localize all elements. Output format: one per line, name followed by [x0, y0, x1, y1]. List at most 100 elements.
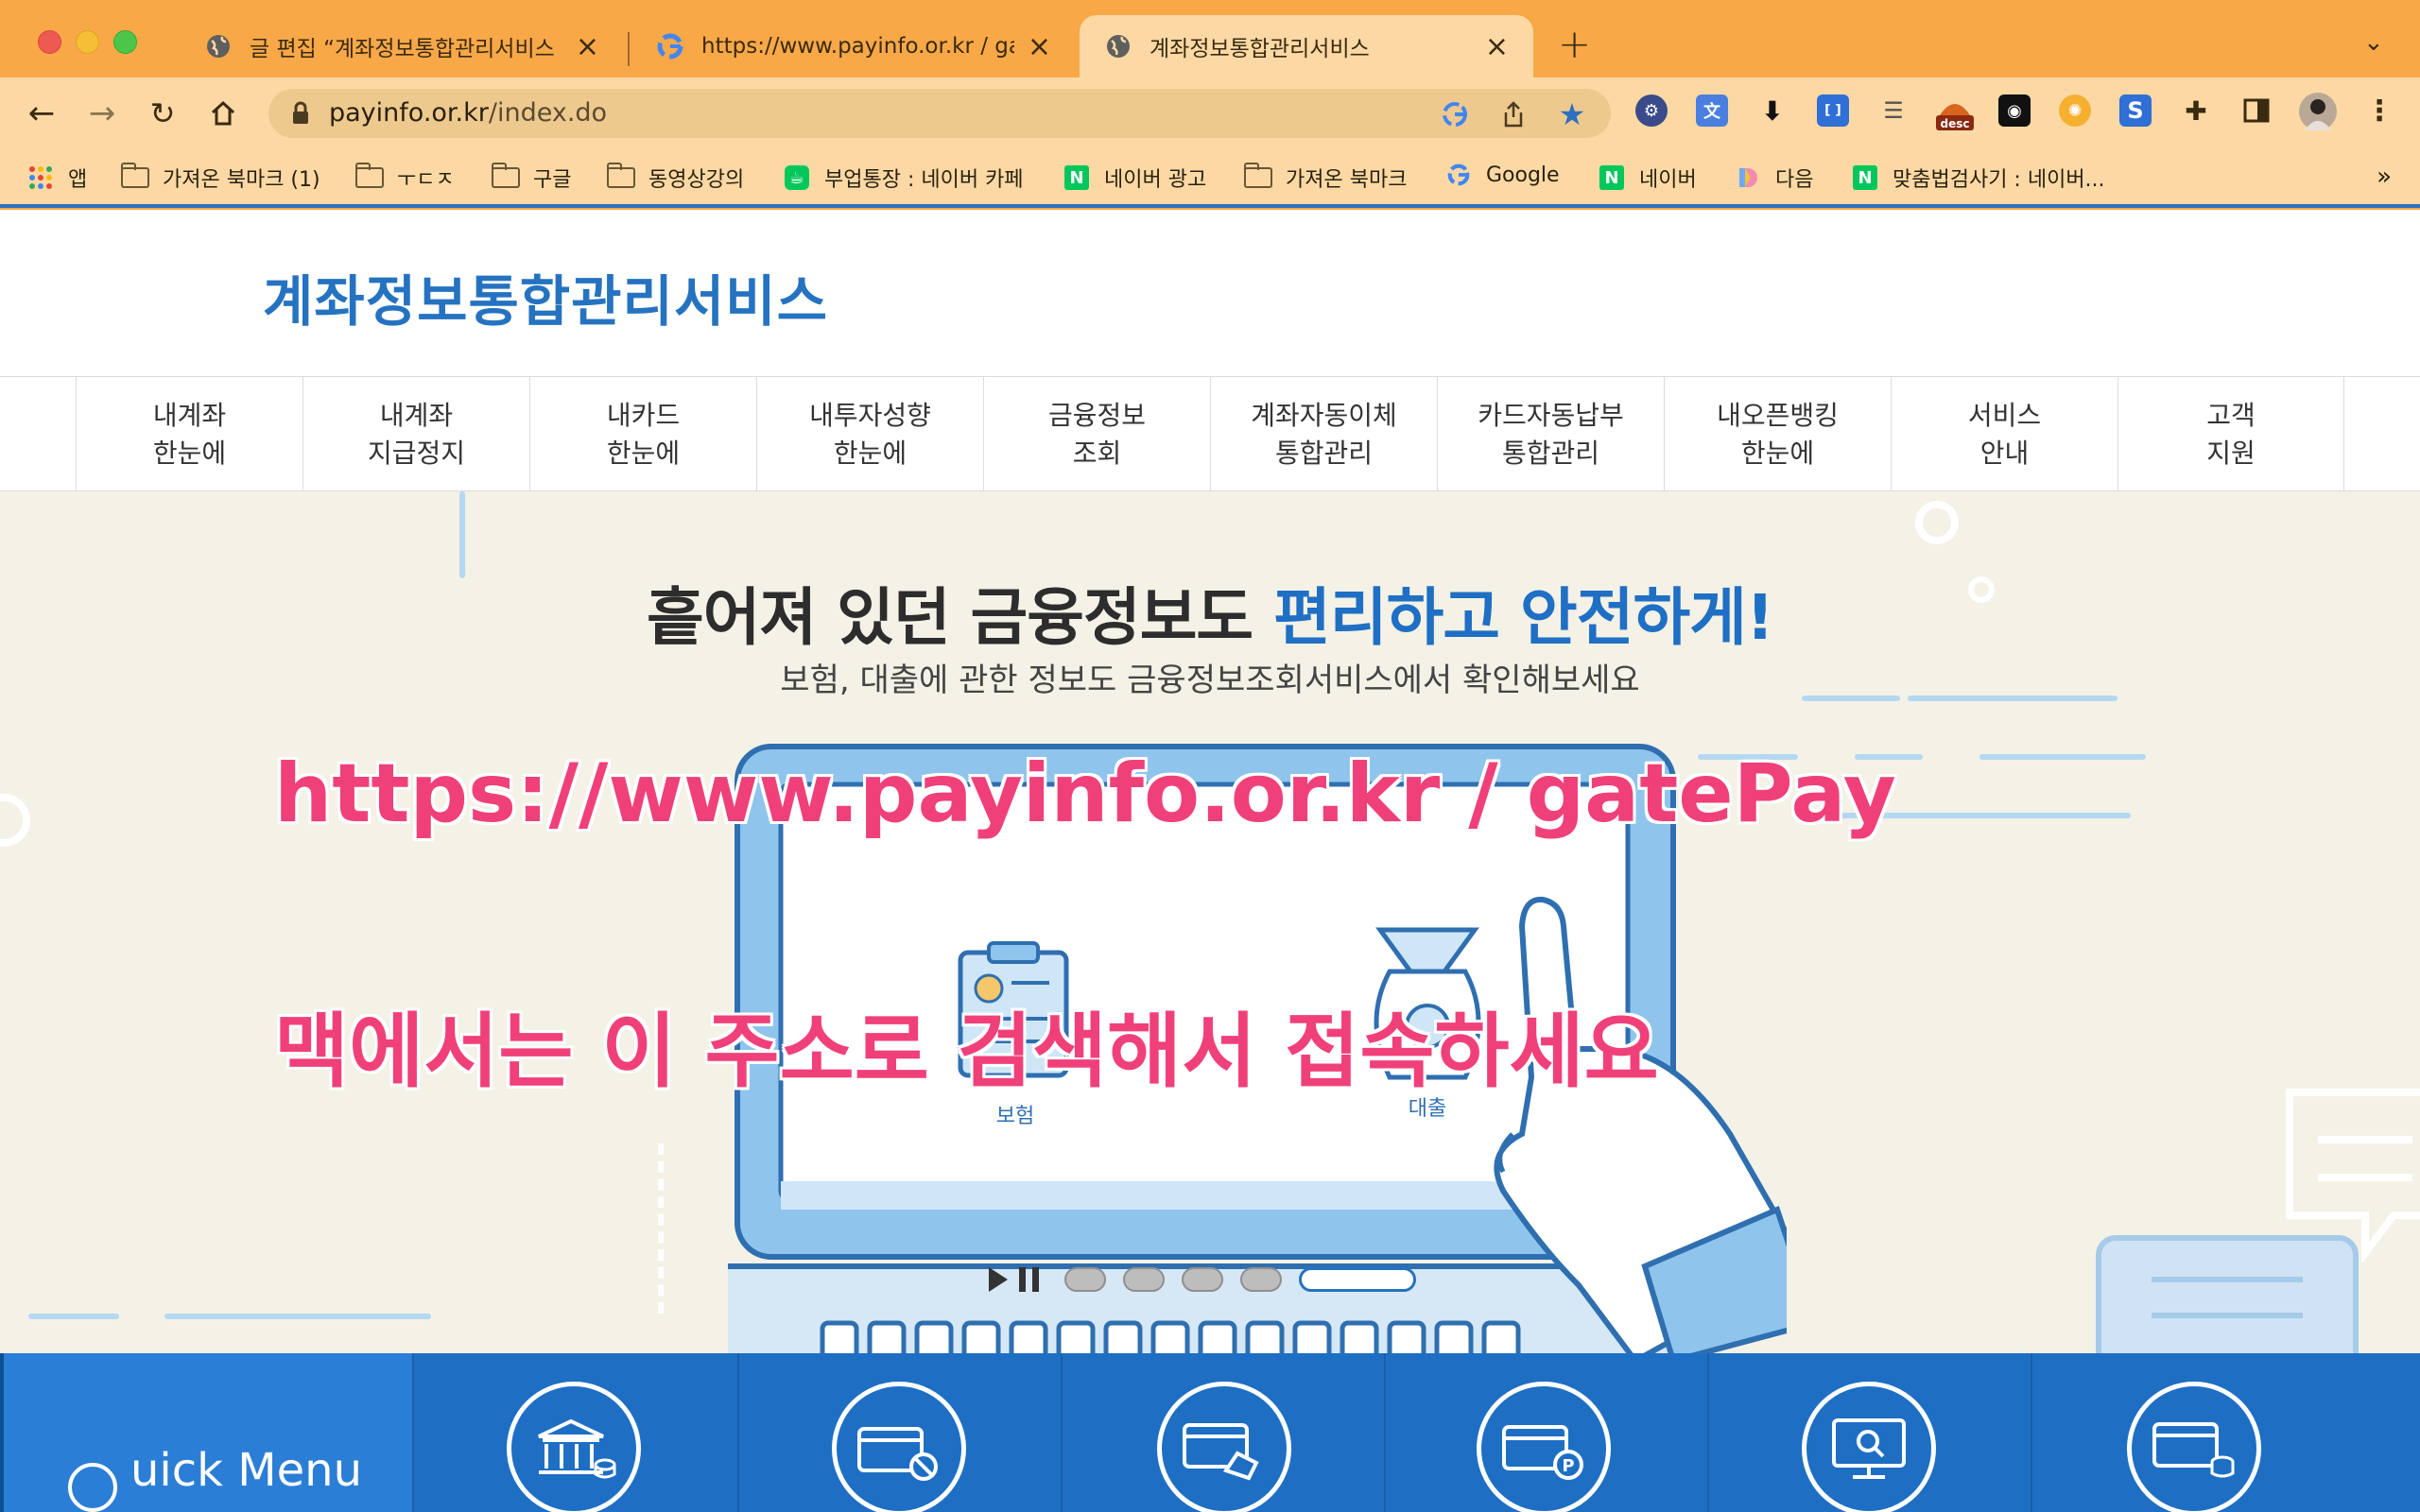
bookmark-naver-cafe[interactable]: ☕ 부업통장 : 네이버 카페 — [783, 163, 1024, 193]
reload-button[interactable]: ↻ — [142, 93, 183, 134]
nav-financial-info[interactable]: 금융정보 조회 — [983, 377, 1210, 492]
bookmark-label: 네이버 광고 — [1104, 168, 1207, 192]
url-path: /index.do — [488, 98, 608, 128]
slide-indicator[interactable] — [1064, 1267, 1106, 1292]
nav-open-banking[interactable]: 내오픈뱅킹 한눈에 — [1664, 377, 1891, 492]
quick-card-transfer-button[interactable] — [1157, 1382, 1291, 1512]
bookmark-google[interactable]: Google — [1444, 163, 1560, 187]
nav-label: 내계좌 — [152, 400, 227, 431]
extension-globe-icon[interactable]: ⚙ — [1635, 94, 1668, 127]
bookmark-label: Google — [1486, 163, 1560, 187]
site-logo[interactable]: 계좌정보통합관리서비스 — [263, 257, 828, 336]
bookmarks-bar: 앱 가져온 북마크 (1) ㅜㄷㅈ 구글 동영상강의 ☕ 부업통장 : 네이버 … — [0, 149, 2420, 208]
bookmark-folder-lectures[interactable]: 동영상강의 — [607, 163, 744, 193]
bookmark-daum[interactable]: 다음 — [1734, 163, 1813, 193]
extension-desc-icon[interactable]: desc — [1934, 91, 1976, 132]
download-shield-icon[interactable]: ⬇ — [1756, 94, 1789, 127]
address-bar[interactable]: payinfo.or.kr/index.do ★ — [268, 89, 1611, 138]
bookmark-naver-ads[interactable]: N 네이버 광고 — [1063, 163, 1206, 193]
tab-search-chevron-icon[interactable]: ⌄ — [2363, 28, 2384, 57]
tab-separator — [628, 32, 630, 66]
nav-customer-support[interactable]: 고객지원 — [2118, 377, 2344, 492]
browser-menu-icon[interactable]: ⋮ — [2363, 94, 2395, 128]
extension-stack-icon[interactable]: ☰ — [1877, 94, 1910, 127]
nav-account-stop[interactable]: 내계좌 지급정지 — [302, 377, 529, 492]
decoration-line — [164, 1314, 431, 1319]
bookmark-star-icon[interactable]: ★ — [1556, 96, 1588, 132]
quick-card-coin-button[interactable] — [2127, 1382, 2261, 1512]
forward-button[interactable]: → — [81, 93, 123, 134]
tab-payinfo-active[interactable]: 계좌정보통합관리서비스 × — [1080, 15, 1533, 77]
profile-avatar[interactable] — [2299, 93, 2337, 130]
bookmark-folder-2[interactable]: ㅜㄷㅈ — [355, 163, 455, 193]
nav-service-guide[interactable]: 서비스 안내 — [1891, 377, 2118, 492]
play-pause-button[interactable] — [987, 1264, 1046, 1295]
new-tab-button[interactable]: + — [1558, 21, 1591, 67]
hero-title-highlight: 편리하고 안전하게! — [1273, 581, 1774, 654]
bookmark-naver[interactable]: N 네이버 — [1598, 163, 1697, 193]
tab-google-search[interactable]: https://www.payinfo.or.kr / gat × — [631, 15, 1076, 77]
quick-separator — [737, 1353, 739, 1512]
slide-indicator-active[interactable] — [1299, 1267, 1416, 1292]
tab-title: 계좌정보통합관리서비스 — [1150, 37, 1370, 61]
nav-label: 지원 — [2206, 438, 2256, 469]
nav-label: 한눈에 — [1740, 438, 1815, 469]
quick-bank-button[interactable] — [507, 1382, 641, 1512]
google-lens-icon[interactable] — [1439, 98, 1471, 130]
close-window-button[interactable] — [38, 30, 61, 54]
tab-title: https://www.payinfo.or.kr / gat — [701, 34, 1014, 59]
extension-orange-icon[interactable]: ✺ — [2059, 94, 2091, 127]
close-tab-icon[interactable]: × — [1028, 30, 1051, 63]
bookmark-folder-google[interactable]: 구글 — [492, 163, 571, 193]
apps-grid-icon — [26, 165, 55, 190]
extension-s-icon[interactable]: S — [2119, 94, 2152, 127]
daum-icon — [1734, 165, 1762, 190]
extensions-puzzle-icon[interactable]: ✚ — [2180, 94, 2212, 127]
overlay-url-text: https://www.payinfo.or.kr / gatePay — [274, 747, 1896, 841]
hero-subtitle: 보험, 대출에 관한 정보도 금융정보조회서비스에서 확인해보세요 — [780, 662, 1640, 699]
close-tab-icon[interactable]: × — [1485, 30, 1509, 63]
zoom-window-button[interactable] — [113, 30, 137, 54]
bookmark-label: 부업통장 : 네이버 카페 — [824, 168, 1024, 192]
back-button[interactable]: ← — [21, 93, 62, 134]
bookmark-imported[interactable]: 가져온 북마크 — [1244, 163, 1407, 193]
bookmarks-overflow-icon[interactable]: » — [2377, 163, 2392, 191]
share-icon[interactable] — [1497, 98, 1530, 130]
insurance-label: 보험 — [996, 1105, 1034, 1128]
quick-card-payment-button[interactable]: P — [1477, 1382, 1611, 1512]
monitor-search-icon — [1832, 1418, 1906, 1479]
nav-label: 서비스 — [1967, 400, 2042, 431]
nav-auto-transfer[interactable]: 계좌자동이체 통합관리 — [1210, 377, 1437, 492]
google-translate-icon[interactable]: 文 — [1696, 94, 1728, 127]
nav-my-cards[interactable]: 내카드 한눈에 — [529, 377, 756, 492]
nav-my-accounts[interactable]: 내계좌한눈에 — [76, 377, 302, 492]
nav-investment-profile[interactable]: 내투자성향 한눈에 — [756, 377, 983, 492]
extension-reader-icon[interactable]: [ ] — [1817, 94, 1849, 127]
nav-label: 한눈에 — [833, 438, 908, 469]
slide-indicator[interactable] — [1240, 1267, 1282, 1292]
minimize-window-button[interactable] — [76, 30, 99, 54]
bookmark-imported-1[interactable]: 가져온 북마크 (1) — [121, 163, 320, 193]
nav-label: 고객 — [2206, 400, 2256, 431]
bookmark-apps[interactable]: 앱 — [26, 163, 87, 193]
nav-label: 한눈에 — [152, 438, 227, 469]
tab-title: 글 편집 “계좌정보통합관리서비스 휴 — [250, 37, 562, 61]
slide-indicator[interactable] — [1123, 1267, 1165, 1292]
quick-separator — [2031, 1353, 2032, 1512]
quick-card-cancel-button[interactable] — [832, 1382, 966, 1512]
bookmark-spellcheck[interactable]: N 맞춤법검사기 : 네이버... — [1851, 163, 2105, 193]
side-panel-icon[interactable] — [2240, 94, 2273, 127]
close-tab-icon[interactable]: × — [576, 30, 599, 63]
card-cancel-icon — [857, 1427, 938, 1481]
quick-monitor-search-button[interactable] — [1802, 1382, 1936, 1512]
extension-dark-icon[interactable]: ◉ — [1998, 94, 2031, 127]
quick-separator — [412, 1353, 414, 1512]
home-button[interactable] — [202, 93, 244, 134]
tab-edit-post[interactable]: 글 편집 “계좌정보통합관리서비스 휴 × — [180, 15, 624, 77]
lock-icon — [291, 101, 310, 129]
folder-icon — [607, 163, 635, 190]
nav-card-auto-payment[interactable]: 카드자동납부 통합관리 — [1437, 377, 1664, 492]
slide-indicator[interactable] — [1182, 1267, 1223, 1292]
bookmark-label: 네이버 — [1639, 168, 1697, 192]
nav-label: 계좌자동이체 — [1251, 400, 1397, 431]
